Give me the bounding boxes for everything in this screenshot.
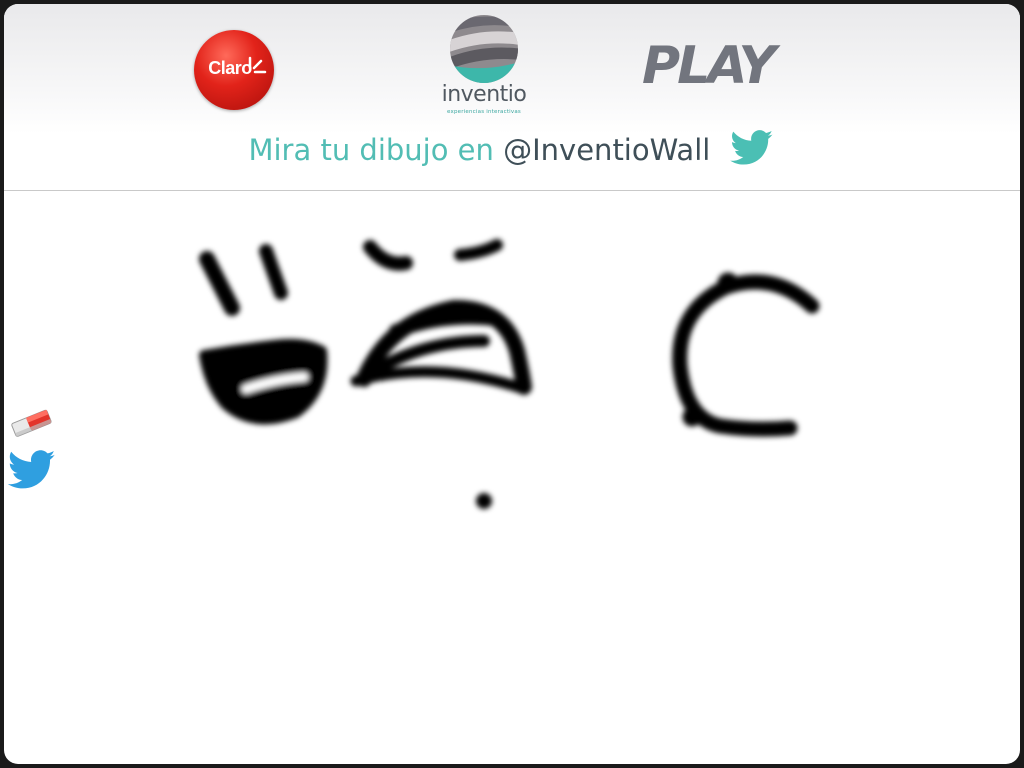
header: Claro inventio experiencias interactivas…: [4, 4, 1020, 191]
twitter-share-button[interactable]: [6, 450, 58, 494]
ink-stroke: [389, 310, 503, 338]
inventio-wordmark: inventio: [441, 82, 527, 107]
drawing-canvas[interactable]: [4, 191, 1020, 764]
ink-dot: [682, 407, 702, 427]
eraser-icon: [11, 409, 52, 437]
ink-stroke: [454, 239, 503, 261]
inventio-tagline: experiencias interactivas: [447, 109, 521, 115]
claro-rays-icon: [248, 56, 267, 74]
twitter-prompt-text: Mira tu dibujo en: [248, 133, 504, 167]
eraser-button[interactable]: [6, 400, 58, 444]
inventio-globe-icon: [450, 15, 518, 83]
app-window: Claro inventio experiencias interactivas…: [4, 4, 1020, 764]
twitter-icon: [7, 450, 56, 489]
ink-stroke: [672, 274, 820, 437]
ink-stroke: [259, 244, 288, 300]
claro-logo: Claro: [194, 30, 274, 110]
ink-stroke: [350, 366, 530, 395]
twitter-bird-icon: [729, 130, 773, 165]
twitter-prompt: Mira tu dibujo en @InventioWall: [4, 130, 1020, 170]
ink-dot: [476, 493, 492, 509]
ink-stroke: [363, 240, 413, 271]
twitter-handle: @InventioWall: [503, 133, 711, 167]
inventio-logo: inventio experiencias interactivas: [434, 14, 534, 118]
ink-dot: [717, 272, 739, 294]
play-logo: PLAY: [642, 36, 776, 96]
ink-stroke: [199, 251, 240, 316]
